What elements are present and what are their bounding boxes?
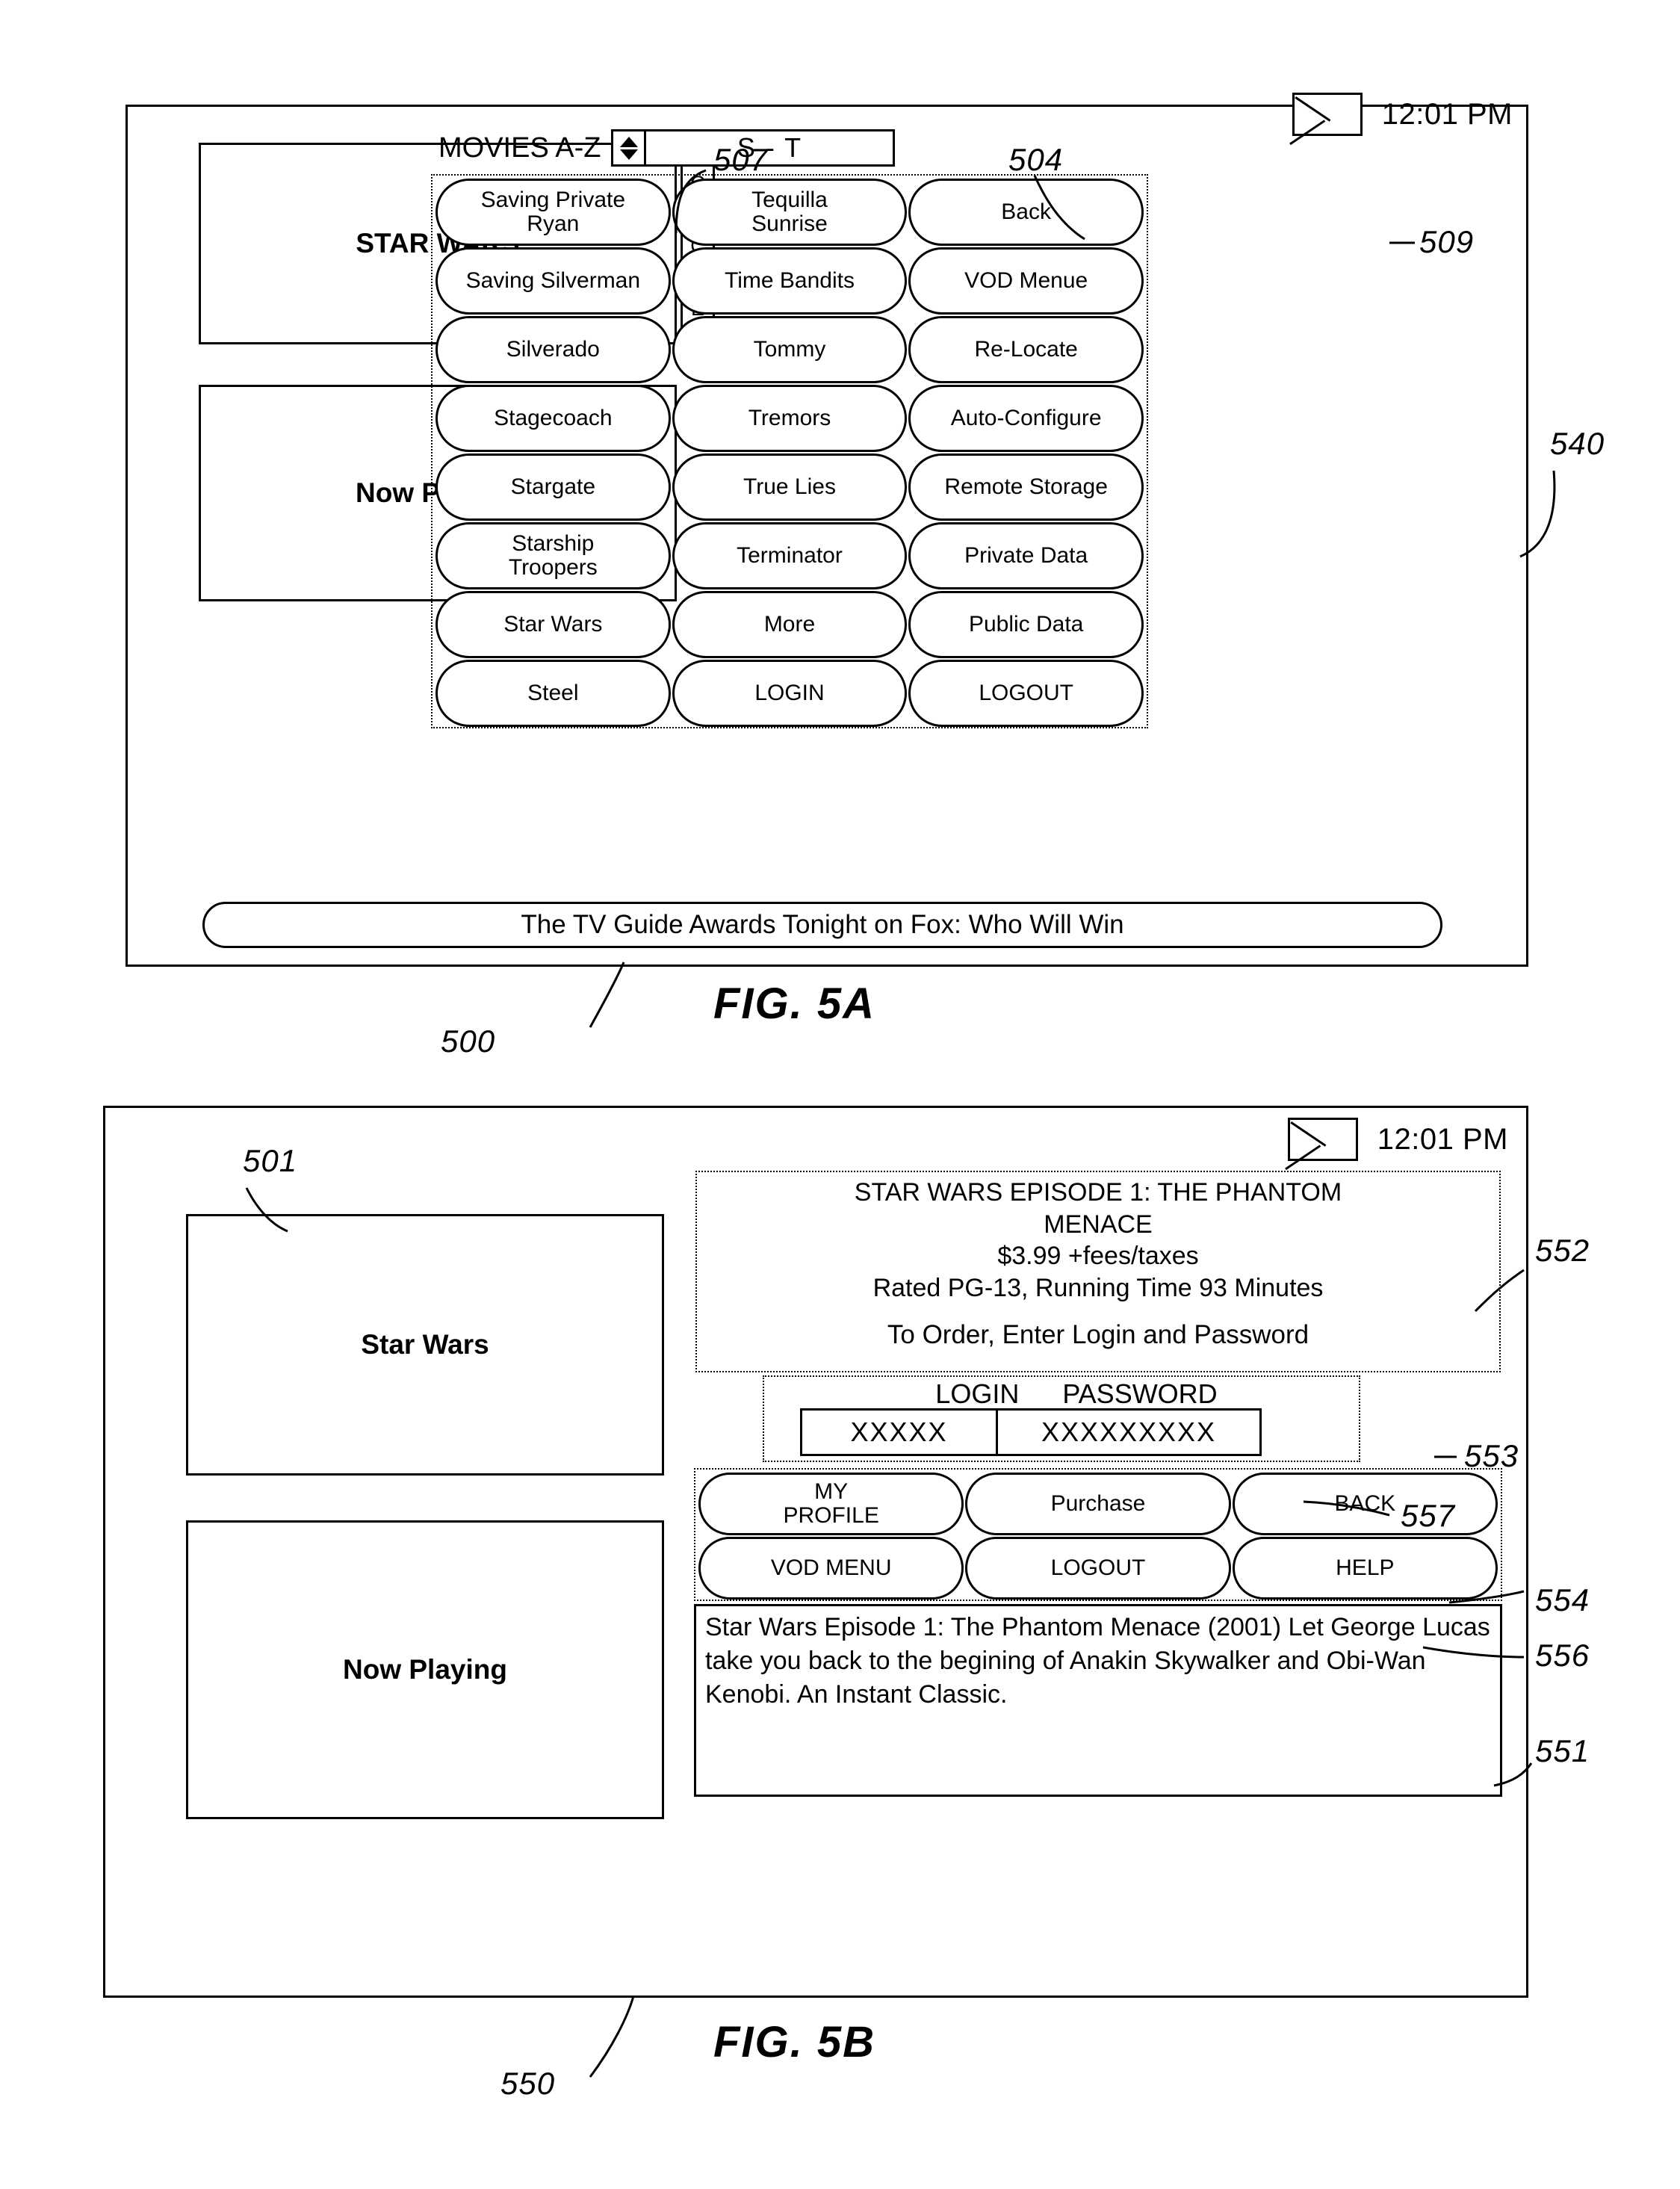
- ref-507: 507: [713, 142, 769, 177]
- grid-button[interactable]: Saving Silverman: [436, 247, 671, 315]
- envelope-icon[interactable]: [1287, 1118, 1358, 1161]
- grid-button[interactable]: Saving Private Ryan: [436, 179, 671, 246]
- password-label: PASSWORD: [1062, 1378, 1218, 1409]
- page-title-a: MOVIES A-Z: [438, 131, 601, 164]
- synopsis-text: Star Wars Episode 1: The Phantom Menace …: [705, 1613, 1490, 1709]
- movie-button-grid: Saving Private Ryan Tequilla Sunrise Bac…: [431, 174, 1148, 728]
- action-button[interactable]: VOD MENU: [698, 1537, 964, 1600]
- ref-553: 553: [1464, 1438, 1519, 1473]
- promo-banner-text: The TV Guide Awards Tonight on Fox: Who …: [521, 910, 1124, 939]
- action-button-grid: MY PROFILE Purchase BACK VOD MENU LOGOUT…: [694, 1468, 1502, 1601]
- grid-button[interactable]: Auto-Configure: [908, 385, 1144, 452]
- chevron-down-icon[interactable]: [619, 149, 638, 160]
- action-button[interactable]: HELP: [1232, 1537, 1498, 1600]
- credentials-zone: LOGIN PASSWORD XXXXX XXXXXXXXX: [763, 1375, 1360, 1462]
- figure-caption-5a: FIG. 5A: [713, 979, 876, 1028]
- grid-button[interactable]: Stargate: [436, 453, 671, 521]
- order-prompt: To Order, Enter Login and Password: [887, 1320, 1309, 1349]
- password-input[interactable]: XXXXXXXXX: [998, 1411, 1259, 1454]
- grid-button[interactable]: LOGIN: [672, 660, 908, 727]
- figure-caption-5b: FIG. 5B: [713, 2018, 876, 2066]
- grid-button[interactable]: Starship Troopers: [436, 522, 671, 589]
- tv-screen-fig5b: 12:01 PM Star Wars Now Playing STAR WARS…: [103, 1106, 1528, 1998]
- grid-button[interactable]: Remote Storage: [908, 453, 1144, 521]
- grid-button[interactable]: Stagecoach: [436, 385, 671, 452]
- grid-button[interactable]: Silverado: [436, 316, 671, 383]
- grid-button[interactable]: Re-Locate: [908, 316, 1144, 383]
- spinner-arrows[interactable]: [613, 131, 647, 164]
- movie-rating-runtime: Rated PG-13, Running Time 93 Minutes: [872, 1273, 1324, 1302]
- credentials-labels: LOGIN PASSWORD: [764, 1377, 1359, 1410]
- movie-price: $3.99 +fees/taxes: [997, 1242, 1199, 1270]
- grid-button[interactable]: Terminator: [672, 522, 908, 589]
- now-playing-tile-b[interactable]: Now Playing: [186, 1520, 664, 1819]
- movie-title-line1: STAR WARS EPISODE 1: THE PHANTOM: [854, 1178, 1342, 1207]
- ref-554: 554: [1535, 1582, 1590, 1617]
- ref-552: 552: [1535, 1233, 1590, 1268]
- ref-557: 557: [1401, 1498, 1456, 1533]
- grid-button[interactable]: Star Wars: [436, 591, 671, 658]
- grid-button[interactable]: Steel: [436, 660, 671, 727]
- clock-label-b: 12:01 PM: [1377, 1122, 1508, 1156]
- grid-button[interactable]: Private Data: [908, 522, 1144, 589]
- ref-509: 509: [1419, 224, 1475, 259]
- spinner-value: S - T: [737, 132, 803, 163]
- action-button[interactable]: MY PROFILE: [698, 1473, 964, 1535]
- grid-button[interactable]: Tommy: [672, 316, 908, 383]
- movie-title-line2: MENACE: [1044, 1210, 1153, 1239]
- login-input[interactable]: XXXXX: [802, 1411, 998, 1454]
- tv-screen-fig5a: STAR WARS Now Playing C L I C K M E 12:0…: [125, 93, 1528, 967]
- promo-banner[interactable]: The TV Guide Awards Tonight on Fox: Who …: [202, 902, 1442, 948]
- ref-540: 540: [1550, 426, 1605, 461]
- status-bar-b: 12:01 PM: [1135, 1115, 1508, 1163]
- title-info-panel: STAR WARS EPISODE 1: THE PHANTOM MENACE …: [695, 1171, 1501, 1372]
- grid-button[interactable]: Time Bandits: [672, 247, 908, 315]
- envelope-icon[interactable]: [1292, 93, 1363, 136]
- clock-label-a: 12:01 PM: [1381, 97, 1513, 131]
- grid-button[interactable]: Back: [908, 179, 1144, 246]
- grid-button[interactable]: VOD Menue: [908, 247, 1144, 315]
- action-button[interactable]: BACK: [1232, 1473, 1498, 1535]
- chevron-up-icon[interactable]: [619, 136, 638, 147]
- ref-500: 500: [441, 1024, 496, 1059]
- grid-button[interactable]: True Lies: [672, 453, 908, 521]
- ref-504: 504: [1008, 142, 1064, 177]
- synopsis-panel: Star Wars Episode 1: The Phantom Menace …: [694, 1604, 1502, 1797]
- grid-button[interactable]: More: [672, 591, 908, 658]
- login-label: LOGIN: [935, 1378, 1020, 1409]
- grid-button[interactable]: LOGOUT: [908, 660, 1144, 727]
- status-bar-a: 12:01 PM: [1139, 90, 1513, 138]
- now-playing-label-b: Now Playing: [343, 1654, 507, 1685]
- video-tile-label-b: Star Wars: [361, 1329, 489, 1360]
- credentials-fields: XXXXX XXXXXXXXX: [800, 1408, 1262, 1456]
- ref-501: 501: [243, 1143, 298, 1178]
- action-button[interactable]: Purchase: [965, 1473, 1231, 1535]
- ref-551: 551: [1535, 1733, 1590, 1768]
- ref-556: 556: [1535, 1638, 1590, 1673]
- grid-button[interactable]: Tequilla Sunrise: [672, 179, 908, 246]
- video-tile-star-wars-b[interactable]: Star Wars: [186, 1214, 664, 1476]
- action-button[interactable]: LOGOUT: [965, 1537, 1231, 1600]
- grid-button[interactable]: Public Data: [908, 591, 1144, 658]
- ref-550: 550: [500, 2066, 556, 2101]
- grid-button[interactable]: Tremors: [672, 385, 908, 452]
